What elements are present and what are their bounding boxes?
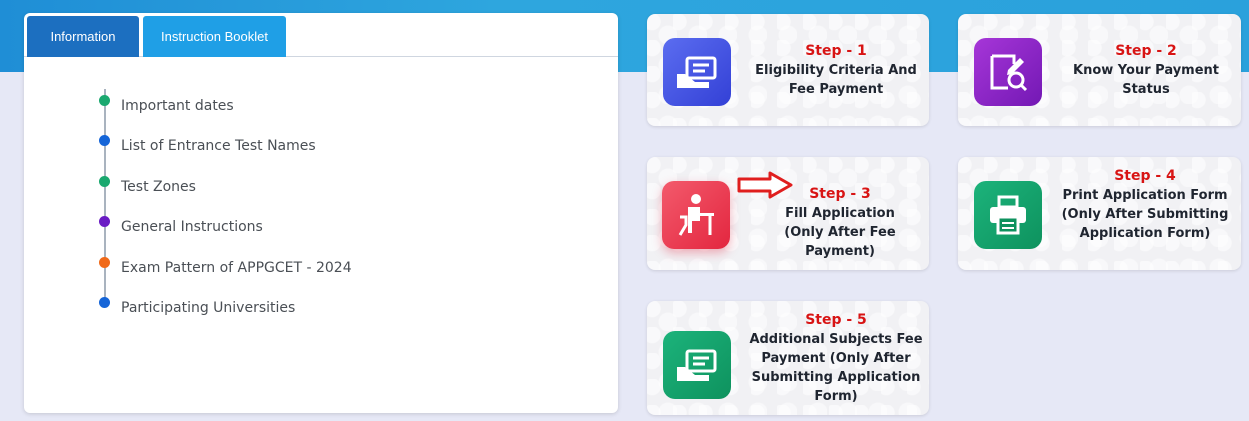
tab-instruction-booklet[interactable]: Instruction Booklet: [143, 16, 286, 57]
document-search-icon: [974, 38, 1042, 106]
timeline-dot: [99, 134, 110, 146]
pointer-arrow-icon: [736, 171, 794, 204]
info-panel: Information Instruction Booklet Importan…: [24, 13, 618, 413]
step-2-card[interactable]: Step - 2 Know Your Payment Status: [958, 14, 1241, 126]
timeline-label[interactable]: General Instructions: [121, 219, 263, 235]
step-desc-line: Payment (Only After: [761, 351, 911, 366]
step-desc-line: Eligibility Criteria And: [755, 63, 917, 78]
timeline-item-test-zones[interactable]: Test Zones: [99, 175, 196, 198]
step-title: Step - 5: [805, 312, 867, 328]
timeline-label[interactable]: Important dates: [121, 98, 234, 114]
step-title: Step - 2: [1115, 43, 1177, 59]
step-title: Step - 1: [805, 43, 867, 59]
timeline-item-exam-pattern[interactable]: Exam Pattern of APPGCET - 2024: [99, 256, 352, 279]
step-1-text: Step - 1 Eligibility Criteria And Fee Pa…: [747, 42, 925, 99]
step-1-card[interactable]: Step - 1 Eligibility Criteria And Fee Pa…: [647, 14, 929, 126]
step-desc-line: Print Application Form: [1062, 188, 1228, 203]
printer-icon: [974, 181, 1042, 249]
timeline-dot: [99, 215, 110, 227]
step-desc-line: Fill Application: [785, 206, 895, 221]
timeline-label[interactable]: Test Zones: [121, 179, 196, 195]
timeline-item-important-dates[interactable]: Important dates: [99, 94, 234, 117]
timeline-label[interactable]: Participating Universities: [121, 300, 295, 316]
step-desc-line: Payment): [805, 244, 875, 259]
card-payment-icon: [663, 38, 731, 106]
timeline-dot: [99, 175, 110, 187]
step-4-card[interactable]: Step - 4 Print Application Form (Only Af…: [958, 157, 1241, 270]
timeline-label[interactable]: List of Entrance Test Names: [121, 138, 316, 154]
step-desc-line: (Only After Submitting: [1061, 207, 1229, 222]
timeline-dot: [99, 296, 110, 308]
step-desc-line: Fee Payment: [788, 82, 884, 97]
step-desc-line: Know Your Payment: [1073, 63, 1219, 78]
timeline-item-test-names[interactable]: List of Entrance Test Names: [99, 134, 316, 157]
step-4-text: Step - 4 Print Application Form (Only Af…: [1052, 167, 1238, 243]
step-desc-line: (Only After Fee: [784, 225, 896, 240]
step-title: Step - 4: [1114, 168, 1176, 184]
step-desc-line: Form): [814, 389, 858, 404]
step-5-text: Step - 5 Additional Subjects Fee Payment…: [747, 311, 925, 406]
tab-information[interactable]: Information: [27, 16, 139, 57]
step-desc-line: Status: [1122, 82, 1170, 97]
step-desc-line: Application Form): [1079, 226, 1211, 241]
timeline-dot: [99, 256, 110, 268]
step-5-card[interactable]: Step - 5 Additional Subjects Fee Payment…: [647, 301, 929, 415]
card-payment-icon: [663, 331, 731, 399]
timeline-item-participating-universities[interactable]: Participating Universities: [99, 296, 295, 319]
step-desc-line: Additional Subjects Fee: [749, 332, 923, 347]
student-desk-icon: [662, 181, 730, 249]
timeline-label[interactable]: Exam Pattern of APPGCET - 2024: [121, 260, 352, 276]
step-desc-line: Submitting Application: [751, 370, 921, 385]
step-2-text: Step - 2 Know Your Payment Status: [1056, 42, 1236, 99]
timeline-item-general-instructions[interactable]: General Instructions: [99, 215, 263, 238]
timeline-dot: [99, 94, 110, 106]
tab-bar: Information Instruction Booklet: [24, 13, 618, 57]
